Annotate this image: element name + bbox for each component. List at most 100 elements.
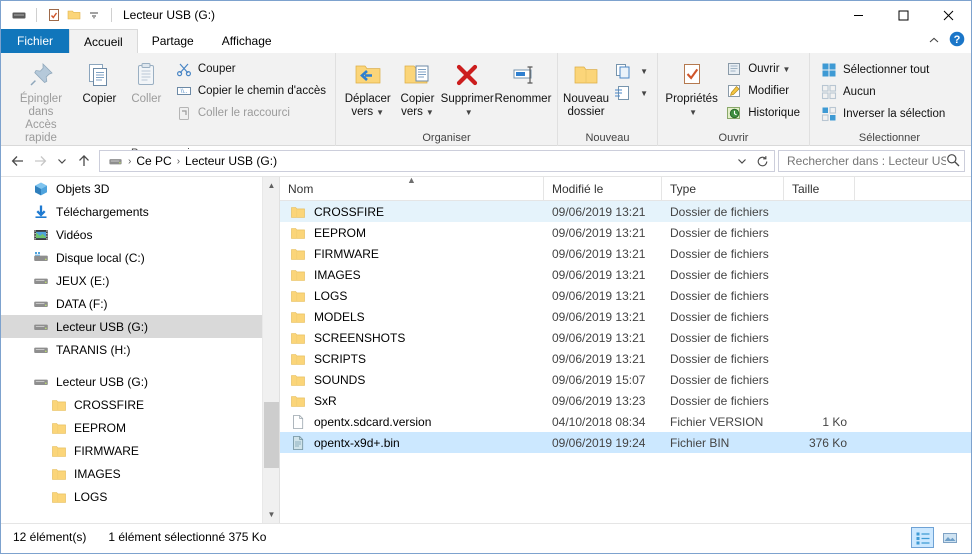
breadcrumb[interactable]: › Ce PC › Lecteur USB (G:) [99,150,775,172]
paste-shortcut-button[interactable]: Coller le raccourci [170,102,330,124]
table-row[interactable]: FIRMWARE 09/06/2019 13:21 Dossier de fichi… [280,243,971,264]
table-row[interactable]: SOUNDS 09/06/2019 15:07 Dossier de fichier… [280,369,971,390]
sidebar-item-jeux-e[interactable]: JEUX (E:) [1,269,262,292]
sidebar-item-label: JEUX (E:) [56,273,110,288]
rename-button[interactable]: Renommer [494,56,552,106]
sidebar-item-t-l-chargements[interactable]: Téléchargements [1,200,262,223]
rename-label: Renommer [494,93,552,105]
close-button[interactable] [926,1,971,29]
table-row[interactable]: IMAGES 09/06/2019 13:21 Dossier de fichier… [280,264,971,285]
file-modified-cell: 09/06/2019 13:23 [552,393,646,408]
column-header-type[interactable]: Type [662,177,784,201]
copy-button[interactable]: Copier [76,56,123,106]
file-name-cell[interactable]: SxR [280,393,544,409]
breadcrumb-item-ce-pc[interactable]: Ce PC [132,154,175,168]
sidebar-item-eeprom[interactable]: EEPROM [1,416,262,439]
sidebar-item-disque-local-c[interactable]: Disque local (C:) [1,246,262,269]
sidebar-item-lecteur-usb-g[interactable]: Lecteur USB (G:) [1,315,262,338]
file-name-cell[interactable]: SCREENSHOTS [280,330,544,346]
help-icon[interactable]: ? [949,31,965,50]
tab-fichier[interactable]: Fichier [1,29,70,53]
tab-partage[interactable]: Partage [138,29,208,53]
pin-to-quick-access-button[interactable]: Épingler dans Accès rapide [6,56,76,145]
status-selection-info: 1 élément sélectionné 375 Ko [108,530,267,544]
move-to-button[interactable]: Déplacer vers ▼ [341,56,394,119]
breadcrumb-item-lecteur-usb[interactable]: Lecteur USB (G:) [181,154,281,168]
delete-button[interactable]: Supprimer ▼ [440,56,494,119]
folder-icon [288,330,308,346]
invert-selection-button[interactable]: Inverser la sélection [815,103,949,125]
table-row[interactable]: SCRIPTS 09/06/2019 13:21 Dossier de fichie… [280,348,971,369]
table-row[interactable]: SCREENSHOTS 09/06/2019 13:21 Dossier de fi… [280,327,971,348]
sidebar-item-firmware[interactable]: FIRMWARE [1,439,262,462]
sidebar-item-label: Lecteur USB (G:) [56,374,149,389]
column-header-modified[interactable]: Modifié le [544,177,662,201]
open-small-buttons: Ouvrir ▼ Modifier Historique [720,56,804,124]
tab-accueil[interactable]: Accueil [69,29,138,53]
sidebar-item-taranis-h[interactable]: TARANIS (H:) [1,338,262,361]
history-button[interactable]: Historique [720,102,804,124]
select-all-button[interactable]: Sélectionner tout [815,59,949,81]
sidebar-item-lecteur-usb-g[interactable]: Lecteur USB (G:) [1,370,262,393]
new-folder-button[interactable]: Nouveau dossier [563,56,609,119]
sidebar-item-logs[interactable]: LOGS [1,485,262,508]
table-row[interactable]: CROSSFIRE 09/06/2019 13:21 Dossier de fich… [280,201,971,222]
breadcrumb-dropdown-button[interactable] [732,151,752,171]
open-with-button[interactable]: Ouvrir ▼ [720,58,804,80]
search-input[interactable]: Rechercher dans : Lecteur US… [778,150,965,172]
copy-to-button[interactable]: Copier vers ▼ [394,56,440,119]
select-none-button[interactable]: Aucun [815,81,949,103]
new-item-button[interactable]: ▼ [609,60,652,82]
new-folder-qat-button[interactable] [64,5,84,25]
window-controls [836,1,971,29]
column-header-size[interactable]: Taille [784,177,855,201]
cut-button[interactable]: Couper [170,58,330,80]
properties-qat-button[interactable] [44,5,64,25]
easy-access-button[interactable]: ▼ [609,82,652,104]
large-icons-view-button[interactable] [938,527,961,548]
maximize-button[interactable] [881,1,926,29]
column-header-name[interactable]: ▲ Nom [280,177,544,201]
file-name-cell[interactable]: MODELS [280,309,544,325]
minimize-button[interactable] [836,1,881,29]
file-name-cell[interactable]: SCRIPTS [280,351,544,367]
refresh-button[interactable] [752,151,772,171]
sidebar-item-images[interactable]: IMAGES [1,462,262,485]
table-row[interactable]: MODELS 09/06/2019 13:21 Dossier de fichier… [280,306,971,327]
sidebar-item-objets-3d[interactable]: Objets 3D [1,177,262,200]
file-name-cell[interactable]: opentx-x9d+.bin [280,435,544,451]
file-name-cell[interactable]: LOGS [280,288,544,304]
column-headers: ▲ Nom Modifié le Type Taille [280,177,971,201]
scrollbar-thumb[interactable] [264,402,279,468]
file-name-cell[interactable]: IMAGES [280,267,544,283]
file-name-cell[interactable]: opentx.sdcard.version [280,414,544,430]
edit-button[interactable]: Modifier [720,80,804,102]
table-row[interactable]: EEPROM 09/06/2019 13:21 Dossier de fichier… [280,222,971,243]
folder-icon [49,443,69,459]
file-name-cell[interactable]: EEPROM [280,225,544,241]
sidebar-item-crossfire[interactable]: CROSSFIRE [1,393,262,416]
file-name-cell[interactable]: FIRMWARE [280,246,544,262]
table-row[interactable]: opentx.sdcard.version 04/10/2018 08:34 Fic… [280,411,971,432]
table-row[interactable]: SxR 09/06/2019 13:23 Dossier de fichiers [280,390,971,411]
search-icon[interactable] [946,153,960,170]
file-name-cell[interactable]: CROSSFIRE [280,204,544,220]
navigation-scrollbar[interactable]: ▲ ▼ [262,177,279,523]
svg-text:\\..: \\.. [181,89,188,95]
folder-icon [288,393,308,409]
table-row[interactable]: LOGS 09/06/2019 13:21 Dossier de fichiers [280,285,971,306]
tab-affichage[interactable]: Affichage [208,29,286,53]
properties-button[interactable]: Propriétés ▼ [663,56,720,119]
collapse-ribbon-button[interactable] [928,34,940,48]
scroll-down-arrow-icon[interactable]: ▼ [263,506,279,523]
sidebar-item-vid-os[interactable]: Vidéos [1,223,262,246]
table-row[interactable]: opentx-x9d+.bin 09/06/2019 19:24 Fichier B… [280,432,971,453]
customize-qat-button[interactable] [84,5,104,25]
file-name-cell[interactable]: SOUNDS [280,372,544,388]
sidebar-item-data-f[interactable]: DATA (F:) [1,292,262,315]
details-view-button[interactable] [911,527,934,548]
folder-icon [49,489,69,505]
scroll-up-arrow-icon[interactable]: ▲ [263,177,279,194]
paste-button[interactable]: Coller [123,56,170,106]
copy-path-button[interactable]: \\.. Copier le chemin d'accès [170,80,330,102]
